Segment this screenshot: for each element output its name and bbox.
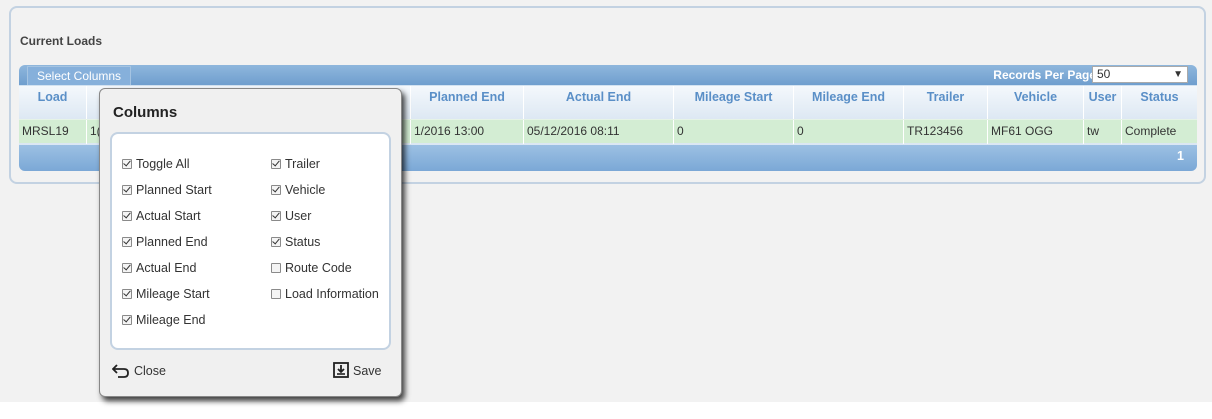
- checkbox-icon[interactable]: [271, 289, 281, 299]
- cell-trailer: TR123456: [904, 120, 988, 144]
- checkbox-label: Route Code: [285, 261, 352, 275]
- checkbox-planned-start[interactable]: Planned Start: [122, 182, 212, 198]
- checkbox-icon[interactable]: [271, 159, 281, 169]
- checkbox-planned-end[interactable]: Planned End: [122, 234, 208, 250]
- checkbox-label: Status: [285, 235, 321, 249]
- grid-toolbar: Select Columns Records Per Page: 50 ▼: [19, 65, 1197, 85]
- column-header-actual-end[interactable]: Actual End: [524, 86, 674, 119]
- checkbox-icon[interactable]: [122, 263, 132, 273]
- checkbox-vehicle[interactable]: Vehicle: [271, 182, 325, 198]
- checkbox-label: Load Information: [285, 287, 379, 301]
- checkbox-actual-end[interactable]: Actual End: [122, 260, 196, 276]
- column-header-trailer[interactable]: Trailer: [904, 86, 988, 119]
- checkbox-label: User: [285, 209, 312, 223]
- checkbox-icon[interactable]: [122, 185, 132, 195]
- checkbox-label: Mileage Start: [136, 287, 210, 301]
- checkbox-label: Trailer: [285, 157, 320, 171]
- cell-status: Complete: [1125, 124, 1177, 138]
- cell-vehicle: MF61 OGG: [988, 120, 1084, 144]
- save-button[interactable]: Save: [333, 362, 382, 380]
- checkbox-toggle-all[interactable]: Toggle All: [122, 156, 190, 172]
- cell-mileage-end: 0: [794, 120, 904, 144]
- checkbox-load-information[interactable]: Load Information: [271, 286, 379, 302]
- cell-load: MRSL19: [19, 120, 87, 144]
- checkbox-label: Planned End: [136, 235, 208, 249]
- column-header-mileage-start[interactable]: Mileage Start: [674, 86, 794, 119]
- checkbox-icon[interactable]: [122, 315, 132, 325]
- checkbox-label: Actual Start: [136, 209, 201, 223]
- checkbox-label: Actual End: [136, 261, 197, 275]
- columns-checkbox-list: Toggle All Planned Start Actual Start Pl…: [110, 132, 391, 350]
- columns-popup: Columns Toggle All Planned Start Actual …: [99, 88, 402, 397]
- cell-planned-end: 1/2016 13:00: [411, 120, 524, 144]
- checkbox-label: Toggle All: [136, 157, 190, 171]
- checkbox-icon[interactable]: [122, 211, 132, 221]
- checkbox-label: Planned Start: [136, 183, 212, 197]
- checkbox-icon[interactable]: [271, 263, 281, 273]
- save-icon: [333, 362, 349, 378]
- checkbox-trailer[interactable]: Trailer: [271, 156, 320, 172]
- popup-title: Columns: [113, 104, 178, 121]
- close-button-label: Close: [134, 364, 166, 378]
- records-per-page-label: Records Per Page:: [993, 68, 1100, 82]
- select-columns-button[interactable]: Select Columns: [27, 66, 132, 85]
- checkbox-status[interactable]: Status: [271, 234, 320, 250]
- checkbox-icon[interactable]: [122, 237, 132, 247]
- records-per-page-select[interactable]: 50 ▼: [1092, 66, 1188, 83]
- checkbox-icon[interactable]: [122, 159, 132, 169]
- checkbox-user[interactable]: User: [271, 208, 311, 224]
- column-header-user[interactable]: User: [1084, 86, 1122, 119]
- checkbox-icon[interactable]: [122, 289, 132, 299]
- page-number[interactable]: 1: [1177, 149, 1184, 163]
- panel-title: Current Loads: [20, 34, 103, 48]
- checkbox-icon[interactable]: [271, 237, 281, 247]
- save-button-label: Save: [353, 364, 382, 378]
- checkbox-route-code[interactable]: Route Code: [271, 260, 352, 276]
- undo-arrow-icon: [111, 364, 129, 378]
- column-header-planned-end[interactable]: Planned End: [411, 86, 524, 119]
- close-button[interactable]: Close: [111, 362, 166, 380]
- checkbox-mileage-start[interactable]: Mileage Start: [122, 286, 210, 302]
- cell-mileage-start: 0: [674, 120, 794, 144]
- checkbox-label: Mileage End: [136, 313, 206, 327]
- checkbox-actual-start[interactable]: Actual Start: [122, 208, 201, 224]
- checkbox-icon[interactable]: [271, 211, 281, 221]
- dropdown-arrow-icon: ▼: [1173, 69, 1183, 80]
- cell-actual-end: 05/12/2016 08:11: [524, 120, 674, 144]
- cell-user: tw: [1084, 120, 1122, 144]
- column-header-mileage-end[interactable]: Mileage End: [794, 86, 904, 119]
- checkbox-icon[interactable]: [271, 185, 281, 195]
- checkbox-label: Vehicle: [285, 183, 326, 197]
- bottom-strip: [0, 402, 1212, 419]
- checkbox-mileage-end[interactable]: Mileage End: [122, 312, 206, 328]
- column-header-status[interactable]: Status: [1122, 86, 1197, 119]
- records-per-page-value: 50: [1097, 67, 1111, 81]
- column-header-vehicle[interactable]: Vehicle: [988, 86, 1084, 119]
- column-header-load[interactable]: Load: [19, 86, 87, 119]
